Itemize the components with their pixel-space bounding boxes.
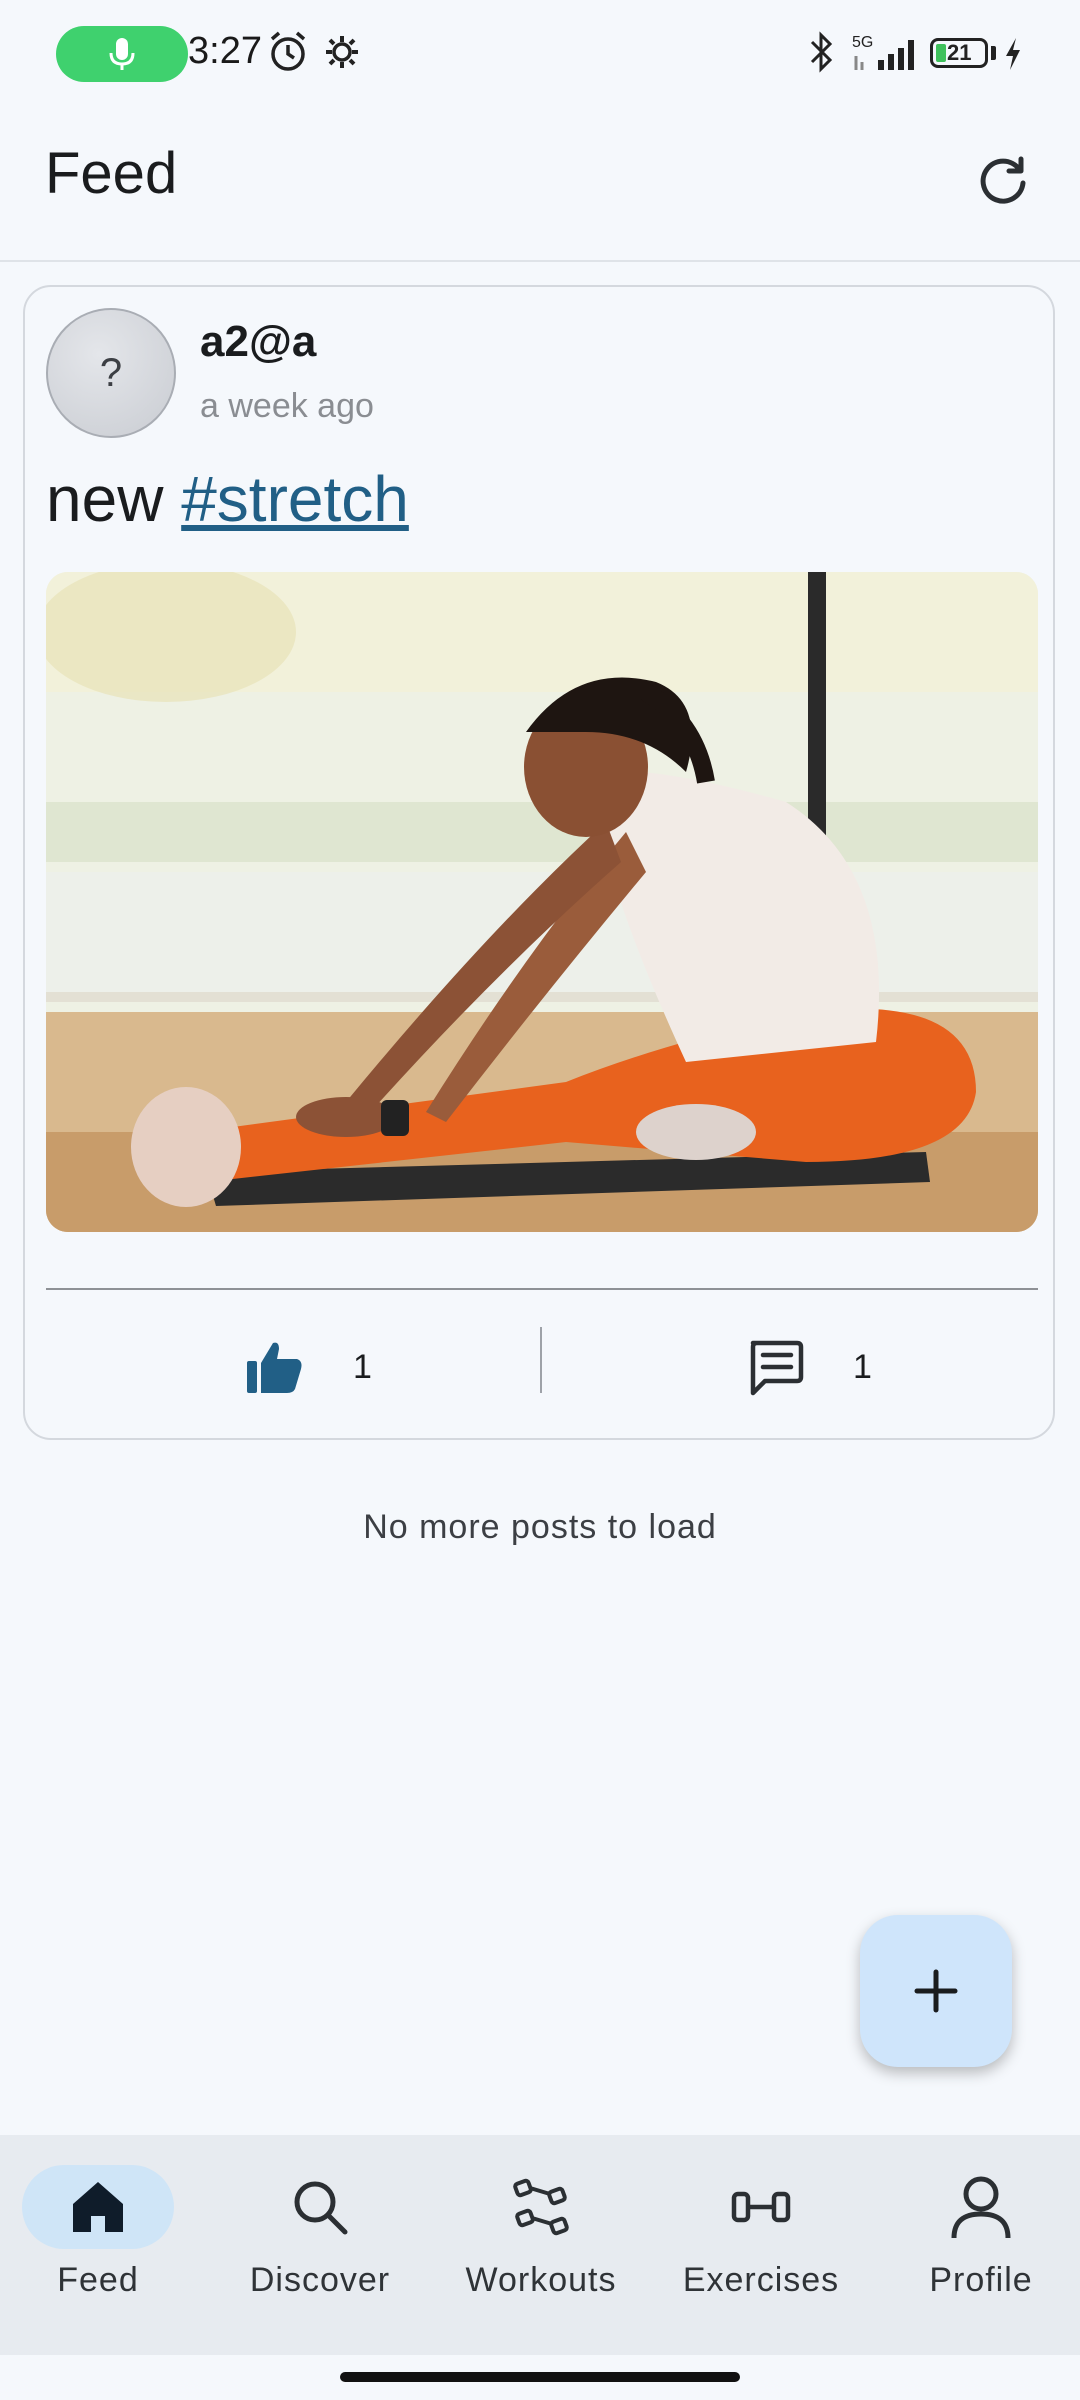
signal-icon bbox=[854, 40, 914, 70]
stretching-woman-photo bbox=[46, 572, 1038, 1232]
nav-item-exercises[interactable]: Exercises bbox=[661, 2165, 861, 2335]
status-bar: 3:27 5G 21 bbox=[0, 0, 1080, 110]
avatar-placeholder: ? bbox=[99, 350, 123, 395]
settings-icon bbox=[326, 36, 358, 68]
no-more-posts: No more posts to load bbox=[363, 1508, 717, 1546]
nav-label-workouts: Workouts bbox=[465, 2261, 617, 2299]
post-timestamp: a week ago bbox=[200, 387, 374, 425]
post-card[interactable]: ? a2@a a week ago new #stretch 1 1 bbox=[23, 285, 1055, 1440]
person-icon bbox=[951, 2176, 1011, 2239]
status-time: 3:27 bbox=[188, 30, 262, 72]
alarm-icon bbox=[270, 31, 306, 71]
bottom-navigation: Feed Discover Workouts Exercises Profile bbox=[0, 2135, 1080, 2355]
nav-item-feed[interactable]: Feed bbox=[0, 2165, 198, 2335]
post-divider bbox=[46, 1288, 1038, 1290]
home-icon bbox=[73, 2182, 123, 2232]
post-text: new #stretch bbox=[46, 462, 409, 536]
search-icon bbox=[294, 2181, 348, 2235]
nav-item-workouts[interactable]: Workouts bbox=[441, 2165, 641, 2335]
comment-button[interactable]: 1 bbox=[745, 1322, 872, 1412]
nav-label-discover: Discover bbox=[249, 2261, 391, 2299]
nav-item-profile[interactable]: Profile bbox=[881, 2165, 1080, 2335]
nav-label-profile: Profile bbox=[929, 2261, 1033, 2299]
like-count: 1 bbox=[353, 1347, 372, 1386]
charging-icon bbox=[1006, 38, 1020, 70]
actions-separator bbox=[540, 1327, 542, 1393]
home-indicator[interactable] bbox=[340, 2372, 740, 2382]
avatar[interactable]: ? bbox=[46, 308, 176, 438]
create-post-button[interactable] bbox=[860, 1915, 1012, 2067]
thumbs-up-icon bbox=[247, 1342, 302, 1393]
mic-icon bbox=[109, 38, 135, 70]
battery-tip bbox=[991, 46, 996, 60]
barbell-icon bbox=[731, 2191, 791, 2223]
post-author[interactable]: a2@a bbox=[200, 317, 316, 367]
nav-label-feed: Feed bbox=[57, 2261, 139, 2299]
nav-active-indicator bbox=[22, 2165, 174, 2249]
battery-level: 21 bbox=[947, 40, 972, 65]
post-body: new bbox=[46, 463, 164, 535]
battery-icon: 21 bbox=[930, 38, 988, 68]
like-button[interactable]: 1 bbox=[245, 1322, 372, 1412]
comment-count: 1 bbox=[853, 1347, 872, 1386]
app-bar: Feed bbox=[0, 110, 1080, 262]
post-image[interactable] bbox=[46, 572, 1038, 1232]
dumbbell-icon bbox=[513, 2178, 569, 2236]
hashtag-link[interactable]: #stretch bbox=[181, 463, 409, 535]
nav-item-discover[interactable]: Discover bbox=[220, 2165, 420, 2335]
bluetooth-icon bbox=[810, 31, 833, 73]
comment-icon bbox=[750, 1340, 804, 1396]
mic-indicator[interactable] bbox=[56, 26, 188, 82]
page-title: Feed bbox=[45, 141, 178, 206]
plus-icon bbox=[914, 1969, 958, 2013]
refresh-button[interactable] bbox=[968, 146, 1038, 216]
nav-label-exercises: Exercises bbox=[682, 2261, 840, 2299]
refresh-icon bbox=[980, 156, 1026, 204]
